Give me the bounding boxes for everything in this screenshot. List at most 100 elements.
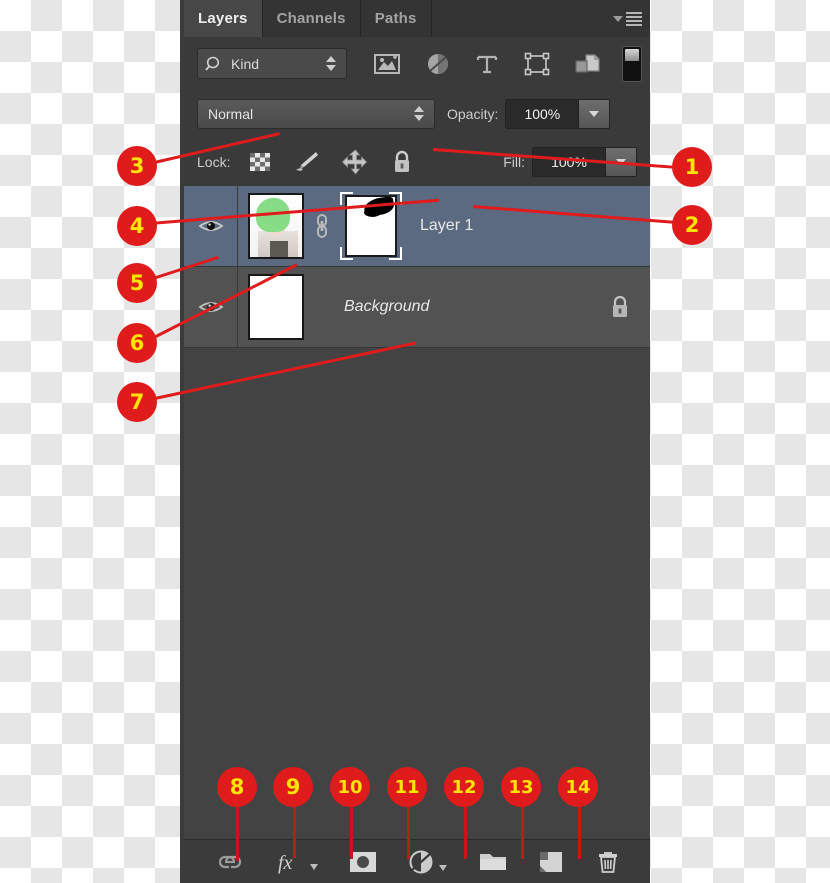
shape-layer-filter-icon[interactable] bbox=[523, 51, 551, 77]
callout-number: 7 bbox=[129, 390, 145, 414]
leader-line-12 bbox=[464, 803, 467, 859]
trash-icon bbox=[599, 851, 618, 873]
leader-line-11 bbox=[407, 803, 410, 859]
tab-paths[interactable]: Paths bbox=[360, 0, 432, 37]
lock-label: Lock: bbox=[197, 153, 231, 170]
adjustment-circle-icon bbox=[409, 850, 433, 873]
tab-layers-label: Layers bbox=[198, 10, 248, 27]
tab-bar-filler bbox=[431, 0, 604, 37]
filter-kind-select[interactable]: Kind bbox=[197, 48, 347, 79]
layer-style-fx-button[interactable]: fx bbox=[277, 849, 319, 875]
callout-number: 13 bbox=[508, 776, 534, 798]
filter-icon-group bbox=[347, 51, 622, 77]
layer-filter-row: Kind bbox=[184, 37, 650, 91]
callout-badge-12: 12 bbox=[444, 767, 484, 807]
callout-number: 12 bbox=[451, 776, 477, 798]
mask-brush-stroke-2 bbox=[364, 208, 381, 217]
lock-all-icon[interactable] bbox=[390, 149, 414, 175]
callout-number: 10 bbox=[337, 776, 363, 798]
filter-kind-label: Kind bbox=[231, 55, 260, 72]
lock-transparent-pixels-icon[interactable] bbox=[248, 150, 272, 174]
callout-badge-6: 6 bbox=[117, 323, 157, 363]
leader-line-14 bbox=[578, 803, 581, 859]
callout-badge-10: 10 bbox=[330, 767, 370, 807]
callout-number: 4 bbox=[129, 214, 145, 238]
callout-number: 2 bbox=[684, 213, 700, 237]
pixel-layer-filter-icon[interactable] bbox=[372, 51, 402, 77]
layer-name-layer-1[interactable]: Layer 1 bbox=[420, 217, 650, 235]
chevron-down-icon bbox=[612, 15, 623, 22]
fx-dropdown-arrow-icon[interactable] bbox=[309, 863, 319, 871]
svg-text:fx: fx bbox=[278, 852, 293, 874]
layer-thumbnail[interactable] bbox=[248, 193, 304, 259]
tab-layers[interactable]: Layers bbox=[184, 0, 263, 37]
callout-number: 1 bbox=[684, 155, 700, 179]
leader-line-13 bbox=[521, 803, 524, 859]
callout-number: 14 bbox=[565, 776, 591, 798]
updown-stepper-icon[interactable] bbox=[326, 56, 336, 71]
tab-channels[interactable]: Channels bbox=[262, 0, 361, 37]
opacity-field[interactable]: 100% bbox=[505, 98, 611, 129]
toggle-knob bbox=[625, 48, 639, 62]
callout-badge-7: 7 bbox=[117, 382, 157, 422]
blend-mode-row: Normal Opacity: 100% bbox=[184, 90, 650, 138]
lock-position-icon[interactable] bbox=[342, 148, 368, 175]
layer-mask-thumbnail[interactable] bbox=[340, 190, 402, 262]
lock-icon-group bbox=[248, 148, 414, 175]
blend-mode-stepper-icon[interactable] bbox=[414, 106, 424, 121]
fx-icon: fx bbox=[278, 852, 293, 874]
link-layers-button[interactable] bbox=[213, 852, 247, 872]
callout-badge-4: 4 bbox=[117, 206, 157, 246]
new-adjustment-layer-button[interactable] bbox=[408, 849, 448, 875]
layer-row-background[interactable]: Background bbox=[184, 267, 650, 348]
background-layer-name[interactable]: Background bbox=[344, 298, 590, 316]
callout-number: 3 bbox=[129, 154, 145, 178]
leader-line-8 bbox=[236, 803, 239, 861]
callout-badge-9: 9 bbox=[273, 767, 313, 807]
panel-menu-icon[interactable] bbox=[604, 0, 650, 37]
layer-row-layer-1[interactable]: Layer 1 bbox=[184, 186, 650, 267]
opacity-dropdown-button[interactable] bbox=[578, 99, 610, 128]
blend-mode-select[interactable]: Normal bbox=[197, 98, 435, 129]
callout-badge-5: 5 bbox=[117, 263, 157, 303]
smart-object-filter-icon[interactable] bbox=[573, 51, 601, 77]
mask-selection-corner-tl bbox=[340, 192, 353, 205]
callout-number: 9 bbox=[285, 775, 301, 799]
adjustment-layer-filter-icon[interactable] bbox=[424, 51, 452, 77]
callout-badge-1: 1 bbox=[672, 147, 712, 187]
lock-icon bbox=[613, 295, 627, 317]
callout-badge-8: 8 bbox=[217, 767, 257, 807]
mask-link-icon[interactable] bbox=[304, 211, 340, 241]
link-icon bbox=[218, 855, 241, 868]
tab-channels-label: Channels bbox=[276, 10, 346, 27]
mask-selection-corner-br bbox=[389, 247, 402, 260]
new-layer-button[interactable] bbox=[537, 850, 565, 874]
folder-icon bbox=[479, 853, 506, 870]
lock-image-pixels-icon[interactable] bbox=[294, 150, 320, 174]
layer-thumbnail-art bbox=[250, 195, 302, 257]
delete-layer-button[interactable] bbox=[595, 849, 621, 875]
adjustment-dropdown-arrow-icon[interactable] bbox=[438, 864, 448, 872]
callout-badge-11: 11 bbox=[387, 767, 427, 807]
chain-link-icon bbox=[317, 213, 327, 239]
filter-enable-toggle[interactable] bbox=[622, 45, 642, 82]
lock-row: Lock: Fill: 100% bbox=[184, 137, 650, 187]
new-group-button[interactable] bbox=[478, 850, 508, 874]
panel-tab-bar: Layers Channels Paths bbox=[184, 0, 650, 38]
thumb-dress bbox=[270, 241, 288, 257]
callout-number: 11 bbox=[394, 776, 420, 798]
callout-badge-14: 14 bbox=[558, 767, 598, 807]
callout-badge-2: 2 bbox=[672, 205, 712, 245]
leader-line-10 bbox=[350, 803, 353, 859]
background-lock-indicator bbox=[590, 294, 650, 320]
callout-number: 6 bbox=[129, 331, 145, 355]
hamburger-icon bbox=[625, 11, 642, 26]
layer-visibility-eye[interactable] bbox=[184, 186, 238, 266]
opacity-value[interactable]: 100% bbox=[506, 99, 579, 128]
blend-mode-value: Normal bbox=[208, 105, 254, 122]
mask-selection-corner-bl bbox=[340, 247, 353, 260]
tab-paths-label: Paths bbox=[374, 10, 417, 27]
new-layer-icon bbox=[540, 851, 563, 872]
type-layer-filter-icon[interactable] bbox=[474, 51, 500, 77]
leader-line-9 bbox=[293, 803, 296, 858]
